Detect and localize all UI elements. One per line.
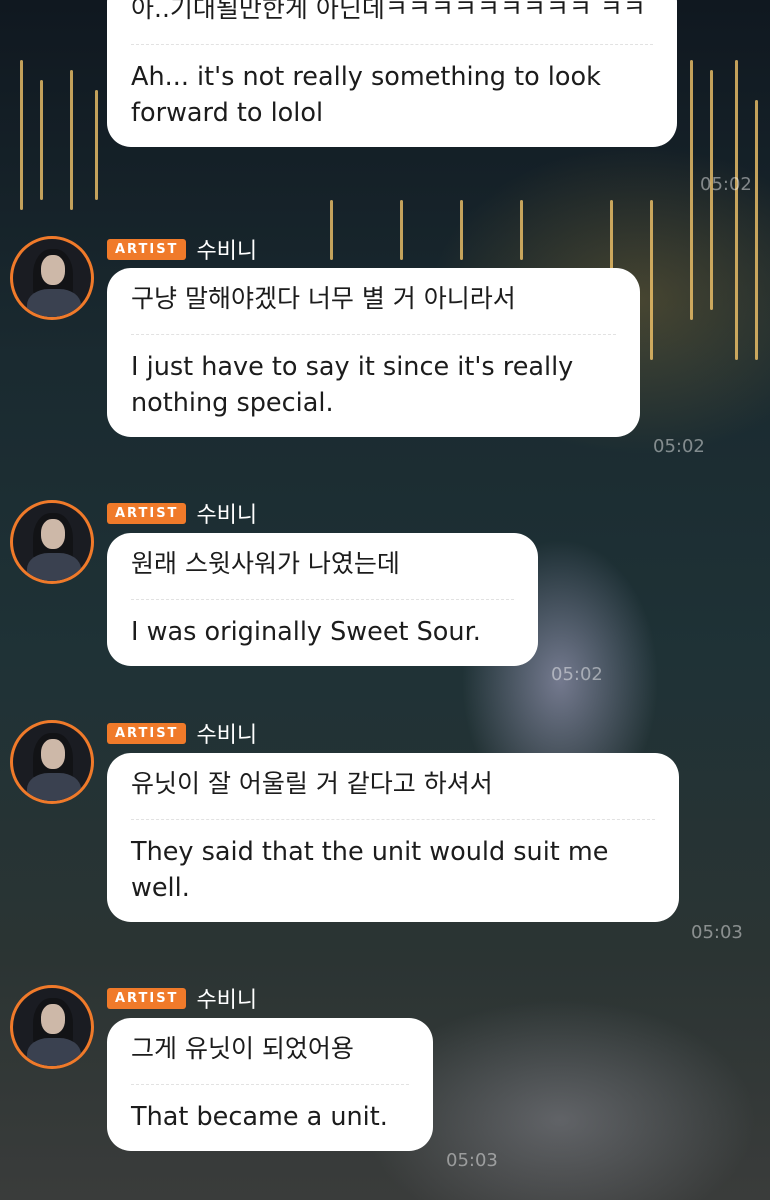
- message-timestamp: 05:02: [653, 436, 705, 457]
- message-english-text: That became a unit.: [131, 1102, 388, 1132]
- sender-name-row: ARTIST 수비니: [107, 497, 257, 529]
- message-timestamp: 05:02: [700, 174, 752, 195]
- message-bubble: 아..기대될만한게 아닌데ㅋㅋㅋㅋㅋㅋㅋㅋㅋ ㅋㅋ Ah... it's not…: [107, 0, 677, 147]
- sender-name-row: ARTIST 수비니: [107, 982, 257, 1014]
- message-timestamp: 05:03: [691, 922, 743, 943]
- message-bubble: 구냥 말해야겠다 너무 별 거 아니라서 I just have to say …: [107, 268, 640, 437]
- sender-name: 수비니: [196, 723, 258, 748]
- sender-name: 수비니: [196, 239, 258, 264]
- message-english-text: I just have to say it since it's really …: [131, 352, 574, 418]
- message-english-text: I was originally Sweet Sour.: [131, 617, 481, 647]
- artist-avatar[interactable]: [10, 720, 94, 804]
- message-korean-text: 구냥 말해야겠다 너무 별 거 아니라서: [131, 284, 516, 313]
- sender-name: 수비니: [196, 988, 258, 1013]
- message-timestamp: 05:03: [446, 1150, 498, 1171]
- artist-badge: ARTIST: [107, 238, 187, 260]
- artist-badge: ARTIST: [107, 502, 187, 524]
- message-korean-text: 유닛이 잘 어울릴 거 같다고 하셔서: [131, 769, 493, 798]
- message-bubble: 그게 유닛이 되었어용 That became a unit.: [107, 1018, 433, 1151]
- artist-avatar[interactable]: [10, 236, 94, 320]
- artist-avatar[interactable]: [10, 500, 94, 584]
- sender-name: 수비니: [196, 503, 258, 528]
- sender-name-row: ARTIST 수비니: [107, 717, 257, 749]
- artist-badge: ARTIST: [107, 987, 187, 1009]
- message-korean-text: 원래 스윗사워가 나였는데: [131, 549, 400, 578]
- message-korean-text: 아..기대될만한게 아닌데ㅋㅋㅋㅋㅋㅋㅋㅋㅋ ㅋㅋ: [131, 0, 646, 23]
- artist-avatar[interactable]: [10, 985, 94, 1069]
- message-timestamp: 05:02: [551, 664, 603, 685]
- message-bubble: 유닛이 잘 어울릴 거 같다고 하셔서 They said that the u…: [107, 753, 679, 922]
- message-korean-text: 그게 유닛이 되었어용: [131, 1034, 354, 1063]
- message-english-text: Ah... it's not really something to look …: [131, 62, 601, 128]
- artist-badge: ARTIST: [107, 722, 187, 744]
- message-english-text: They said that the unit would suit me we…: [131, 837, 609, 903]
- sender-name-row: ARTIST 수비니: [107, 233, 257, 265]
- message-bubble: 원래 스윗사워가 나였는데 I was originally Sweet Sou…: [107, 533, 538, 666]
